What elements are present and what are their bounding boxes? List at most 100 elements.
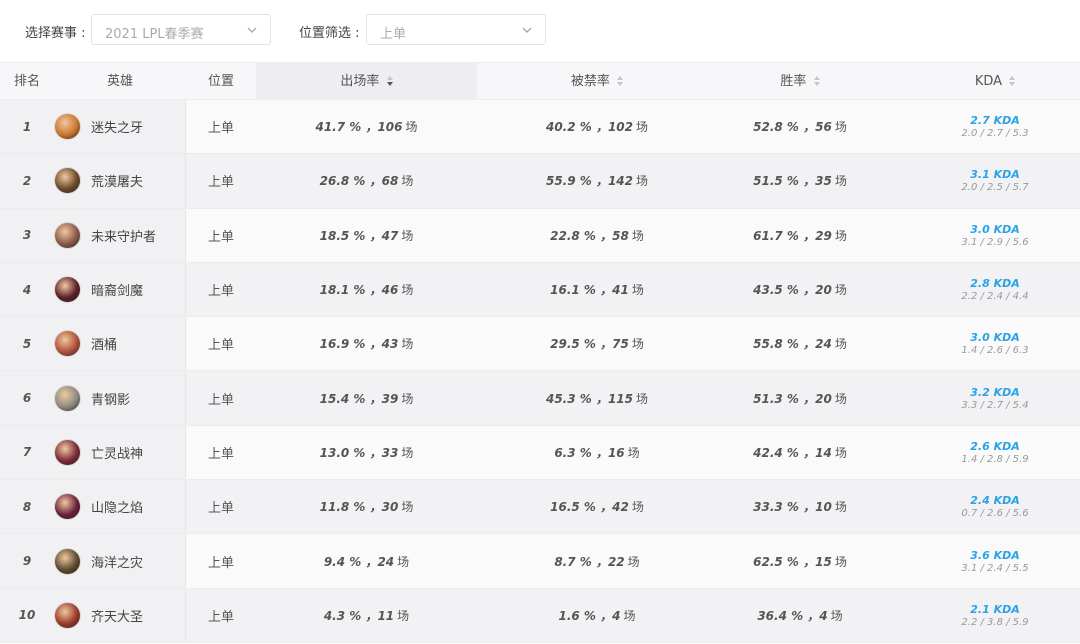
header-position: 位置: [207, 74, 234, 89]
games-unit: 场: [631, 500, 644, 515]
ban-rate-cell: 40.2 % ，102 场: [477, 100, 717, 153]
header-ban-rate[interactable]: 被禁率: [477, 63, 717, 100]
position-cell: 上单: [207, 121, 234, 137]
pick-rate-value: 9.4 % ，24: [323, 554, 395, 569]
hero-name: 暗裔剑魔: [91, 284, 144, 300]
table-row[interactable]: 1 迷失之牙 上单 41.7 % ，106 场 40.2 % ，102 场 52.8 % ，5…: [0, 100, 1080, 155]
rank-cell: 7: [22, 445, 32, 460]
position-select-value: 上单: [380, 27, 407, 42]
win-rate-value: 33.3 % ，10: [753, 500, 832, 515]
kda-value: 3.0 KDA: [970, 222, 1020, 236]
position-filter-label: 位置筛选 :: [299, 26, 360, 41]
games-unit: 场: [623, 608, 636, 623]
games-unit: 场: [834, 174, 847, 189]
hero-name: 未来守护者: [91, 229, 157, 245]
hero-cell: 海洋之灾: [54, 534, 186, 587]
win-rate-value: 62.5 % ，15: [753, 554, 832, 569]
ban-rate-cell: 45.3 % ，115 场: [477, 371, 717, 424]
table-row[interactable]: 3 未来守护者 上单 18.5 % ，47 场 22.8 % ，58 场 61.7 % ，29…: [0, 208, 1080, 263]
table-row[interactable]: 8 山隐之焰 上单 11.8 % ，30 场 16.5 % ，42 场 33.3 % ，10 场…: [0, 480, 1080, 535]
hero-name: 山隐之焰: [91, 501, 144, 517]
ban-rate-cell: 55.9 % ，142 场: [477, 154, 717, 207]
pick-rate-cell: 41.7 % ，106 场: [256, 100, 477, 153]
win-rate-value: 52.8 % ，56: [753, 120, 832, 135]
hero-name: 齐天大圣: [91, 609, 144, 625]
header-kda[interactable]: KDA: [900, 63, 1080, 100]
position-cell: 上单: [207, 338, 234, 354]
hero-name: 酒桶: [91, 338, 118, 354]
hero-name: 海洋之灾: [91, 555, 144, 571]
table-row[interactable]: 2 荒漠屠夫 上单 26.8 % ，68 场 55.9 % ，142 场 51.5 % ，35…: [0, 154, 1080, 209]
event-select[interactable]: 2021 LPL春季赛: [91, 14, 271, 45]
ban-rate-cell: 16.5 % ，42 场: [477, 480, 717, 533]
win-rate-cell: 42.4 % ，14 场: [717, 426, 883, 479]
games-unit: 场: [834, 391, 847, 406]
kda-value: 3.2 KDA: [970, 385, 1020, 399]
header-pick-rate[interactable]: 出场率: [256, 63, 477, 100]
kda-value: 3.0 KDA: [970, 331, 1020, 345]
kda-detail: 2.0 / 2.7 / 5.3: [961, 128, 1029, 140]
kda-cell: 2.4 KDA 0.7 / 2.6 / 5.6: [900, 480, 1080, 533]
kda-value: 3.1 KDA: [970, 168, 1020, 182]
rank-cell: 1: [22, 119, 32, 134]
kda-cell: 2.8 KDA 2.2 / 2.4 / 4.4: [900, 263, 1080, 316]
pick-rate-value: 4.3 % ，11: [323, 608, 395, 623]
kda-cell: 3.1 KDA 2.0 / 2.5 / 5.7: [900, 154, 1080, 207]
games-unit: 场: [397, 554, 410, 569]
hero-name: 亡灵战神: [91, 446, 144, 462]
hero-name: 青钢影: [91, 392, 131, 408]
position-cell: 上单: [207, 284, 234, 300]
hero-cell: 荒漠屠夫: [54, 154, 186, 207]
kda-detail: 0.7 / 2.6 / 5.6: [961, 508, 1029, 520]
hero-cell: 齐天大圣: [54, 589, 186, 642]
table-row[interactable]: 4 暗裔剑魔 上单 18.1 % ，46 场 16.1 % ，41 场 43.5 % ，20 场…: [0, 262, 1080, 318]
games-unit: 场: [401, 500, 414, 515]
header-hero: 英雄: [106, 74, 133, 89]
table-body: 1 迷失之牙 上单 41.7 % ，106 场 40.2 % ，102 场 52.8 % ，5…: [0, 100, 1080, 643]
table-row[interactable]: 10 齐天大圣 上单 4.3 % ，11 场 1.6 % ，4 场 36.4 % ，4 场 2.1…: [0, 588, 1080, 643]
header-win-rate[interactable]: 胜率: [717, 63, 883, 100]
win-rate-cell: 33.3 % ，10 场: [717, 480, 883, 533]
win-rate-cell: 51.3 % ，20 场: [717, 371, 883, 424]
table-row[interactable]: 6 青钢影 上单 15.4 % ，39 场 45.3 % ，115 场 51.3 % ，20 场…: [0, 371, 1080, 426]
games-unit: 场: [636, 174, 649, 189]
ban-rate-value: 40.2 % ，102: [545, 120, 634, 135]
kda-cell: 3.0 KDA 3.1 / 2.9 / 5.6: [900, 209, 1080, 262]
ban-rate-value: 45.3 % ，115: [545, 391, 634, 406]
rank-cell: 4: [22, 282, 32, 297]
header-pick-rate-label: 出场率: [340, 74, 380, 89]
sort-desc-icon: [386, 75, 393, 86]
win-rate-value: 51.3 % ，20: [753, 391, 832, 406]
hero-name: 荒漠屠夫: [91, 175, 144, 191]
event-select-value: 2021 LPL春季赛: [105, 27, 204, 42]
win-rate-cell: 36.4 % ，4 场: [717, 589, 883, 642]
ban-rate-cell: 6.3 % ，16 场: [477, 426, 717, 479]
table-row[interactable]: 9 海洋之灾 上单 9.4 % ，24 场 8.7 % ，22 场 62.5 % ，15 场 3.…: [0, 534, 1080, 589]
games-unit: 场: [401, 445, 414, 460]
hero-cell: 亡灵战神: [54, 426, 186, 479]
table-row[interactable]: 5 酒桶 上单 16.9 % ，43 场 29.5 % ，75 场 55.8 % ，24 场 3.…: [0, 317, 1080, 372]
kda-detail: 2.2 / 3.8 / 5.9: [961, 616, 1029, 628]
ban-rate-value: 29.5 % ，75: [550, 337, 629, 352]
games-unit: 场: [401, 391, 414, 406]
pick-rate-value: 18.5 % ，47: [319, 228, 399, 243]
position-cell: 上单: [207, 446, 234, 462]
kda-value: 2.4 KDA: [970, 494, 1020, 508]
kda-value: 2.6 KDA: [970, 439, 1020, 453]
position-select[interactable]: 上单: [366, 14, 546, 45]
sort-icon: [1009, 75, 1016, 86]
header-win-rate-label: 胜率: [780, 74, 807, 89]
ban-rate-cell: 29.5 % ，75 场: [477, 317, 717, 370]
ban-rate-value: 1.6 % ，4: [558, 608, 621, 623]
pick-rate-value: 16.9 % ，43: [319, 337, 399, 352]
pick-rate-cell: 9.4 % ，24 场: [256, 534, 477, 587]
win-rate-value: 55.8 % ，24: [753, 337, 832, 352]
ban-rate-value: 8.7 % ，22: [554, 554, 625, 569]
games-unit: 场: [834, 337, 847, 352]
kda-cell: 2.7 KDA 2.0 / 2.7 / 5.3: [900, 100, 1080, 153]
hero-cell: 迷失之牙: [54, 100, 186, 153]
games-unit: 场: [401, 228, 414, 243]
hero-cell: 山隐之焰: [54, 480, 186, 533]
table-row[interactable]: 7 亡灵战神 上单 13.0 % ，33 场 6.3 % ，16 场 42.4 % ，14 场 2…: [0, 425, 1080, 481]
pick-rate-cell: 4.3 % ，11 场: [256, 589, 477, 642]
